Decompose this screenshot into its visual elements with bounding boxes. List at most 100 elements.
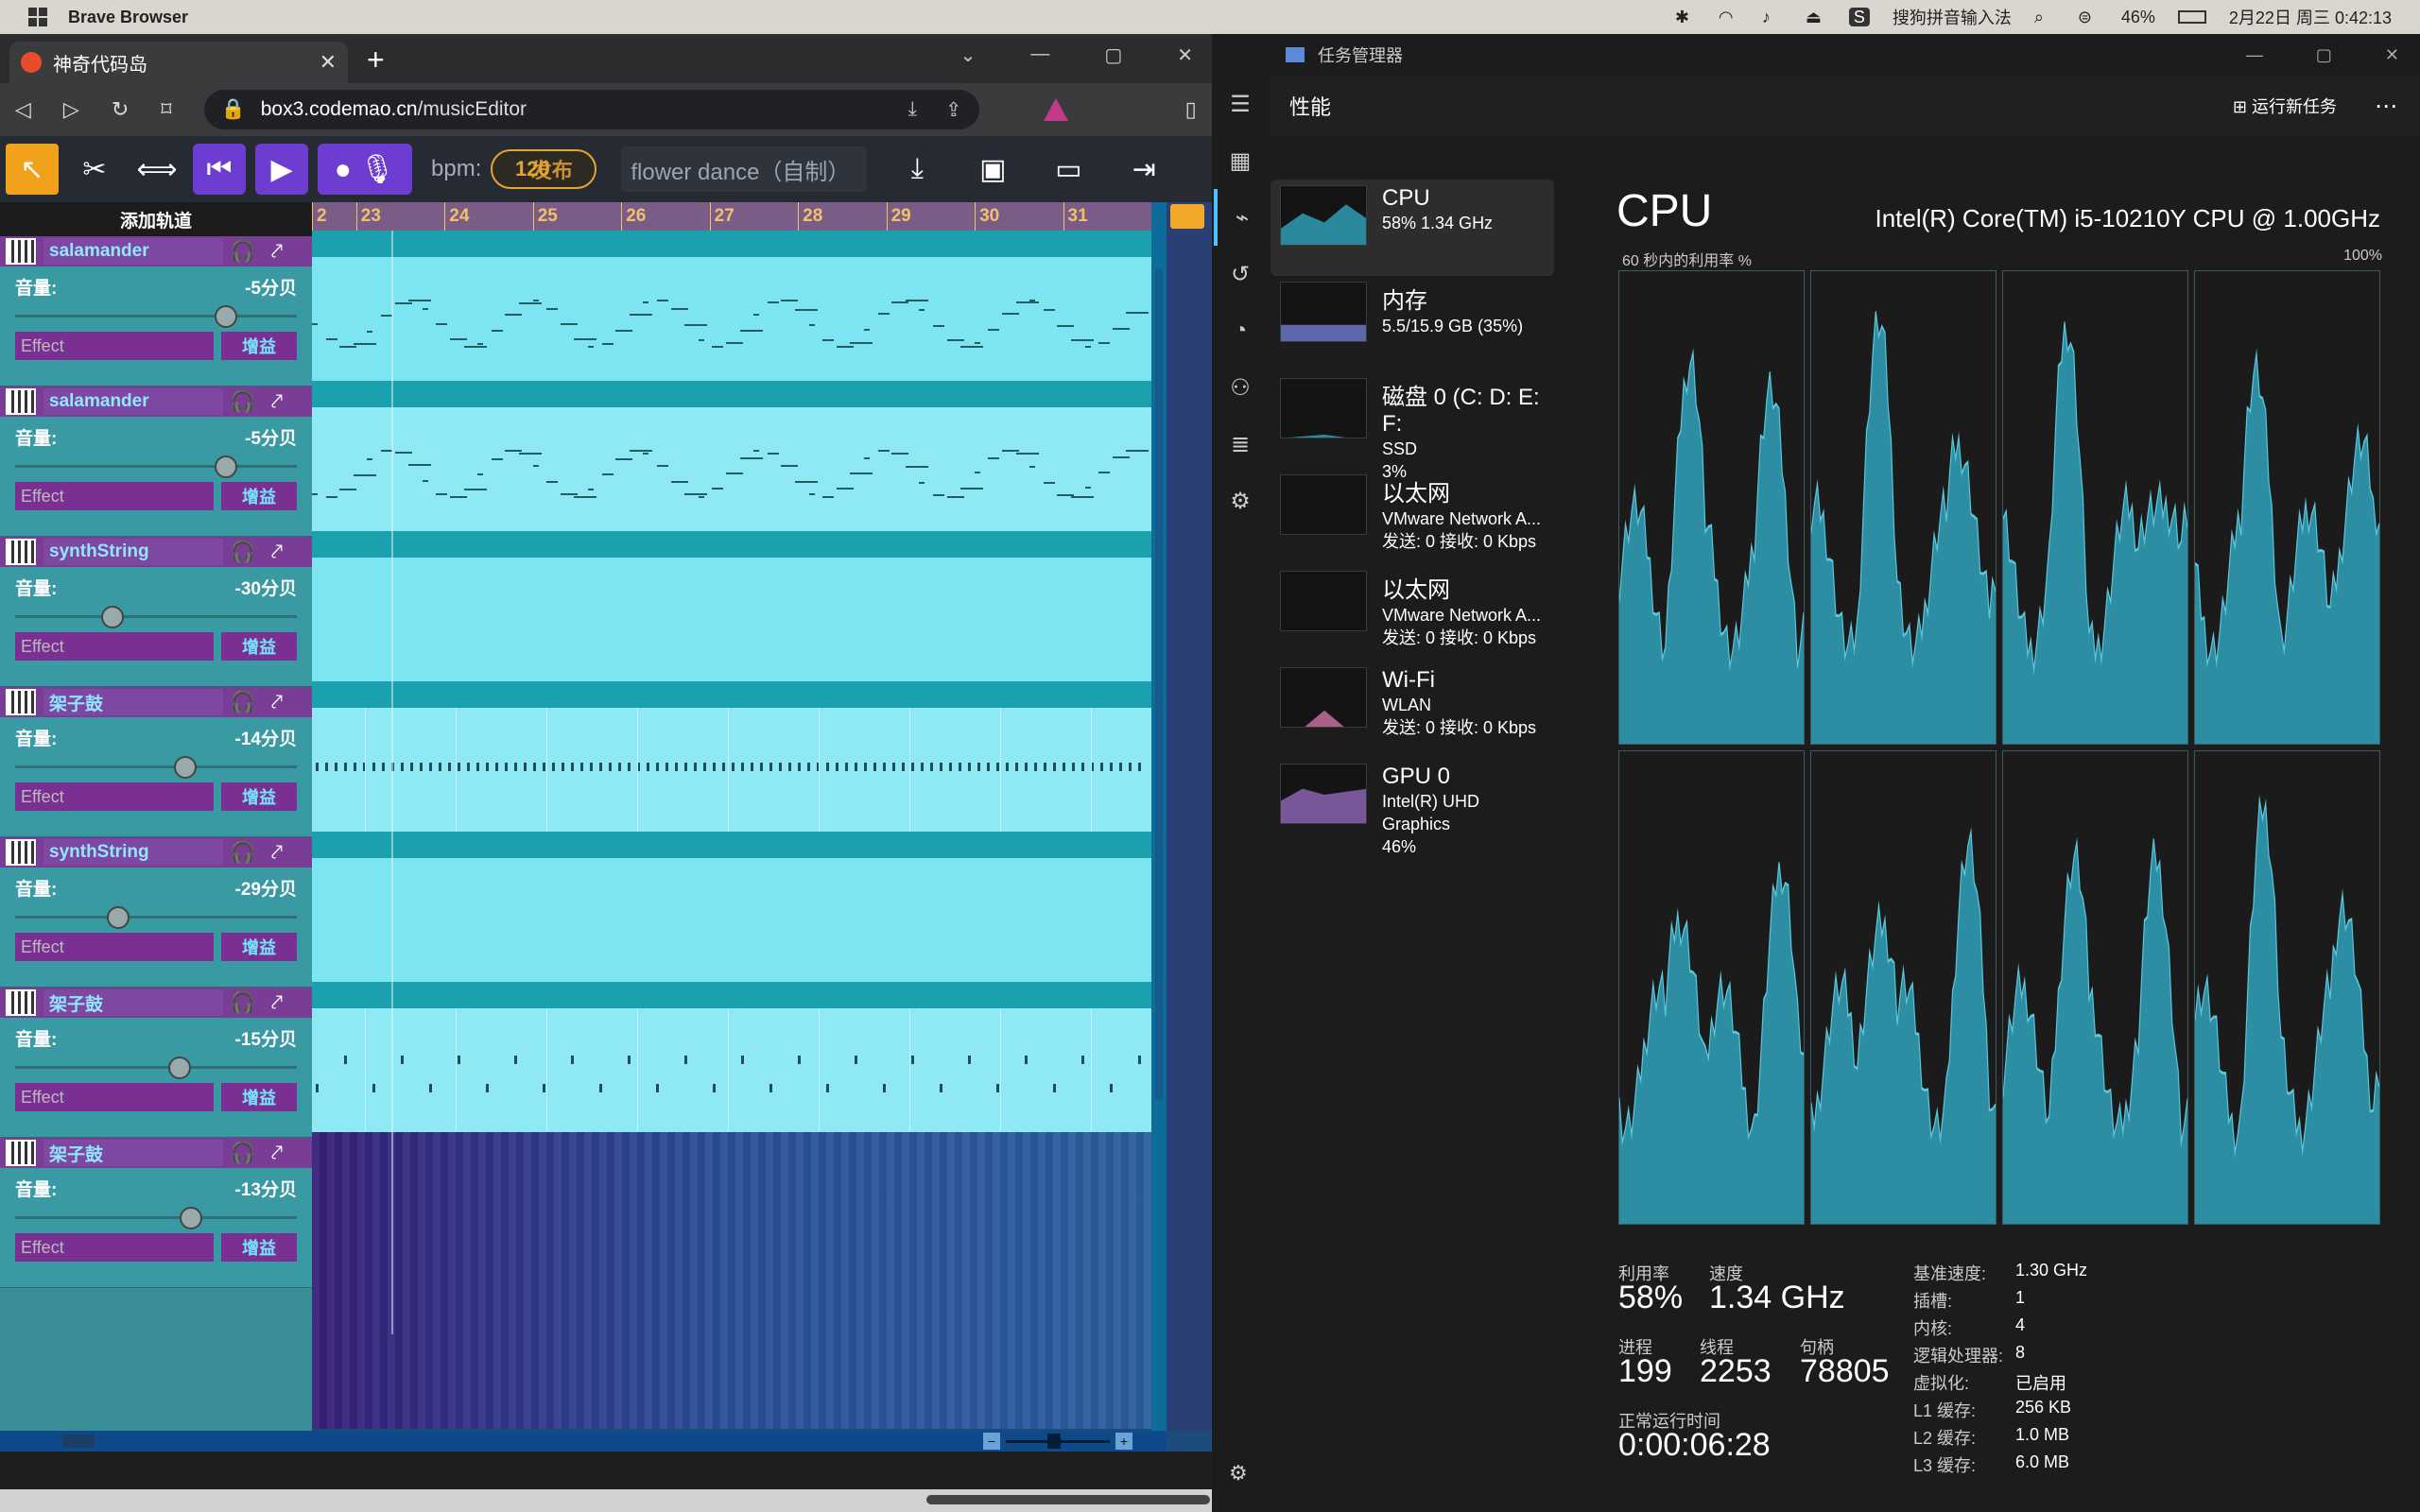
- note[interactable]: [367, 458, 373, 460]
- instrument-icon[interactable]: [6, 689, 36, 715]
- note[interactable]: [877, 313, 890, 315]
- drum-hit[interactable]: [410, 763, 413, 771]
- drum-hit[interactable]: [722, 763, 725, 771]
- drum-hit[interactable]: [1063, 763, 1065, 771]
- save-icon[interactable]: ▣: [967, 144, 1018, 195]
- instrument-select[interactable]: synthString: [43, 539, 223, 565]
- drum-hit[interactable]: [977, 763, 980, 771]
- mute-icon[interactable]: ⤤: [263, 839, 291, 866]
- drum-hit[interactable]: [335, 763, 337, 771]
- drum-hit[interactable]: [741, 1056, 744, 1064]
- gain-button[interactable]: 增益: [221, 332, 297, 360]
- drum-hit[interactable]: [855, 1056, 857, 1064]
- drum-hit[interactable]: [524, 763, 527, 771]
- volume-icon[interactable]: ♪: [1762, 8, 1783, 26]
- solo-headphones-icon[interactable]: 🎧: [229, 839, 257, 866]
- drum-hit[interactable]: [372, 1084, 375, 1092]
- note[interactable]: [684, 493, 708, 495]
- ime-name[interactable]: 搜狗拼音输入法: [1893, 5, 2012, 29]
- note[interactable]: [560, 323, 578, 325]
- minimize-icon[interactable]: —: [2246, 45, 2263, 65]
- drum-hit[interactable]: [1129, 763, 1132, 771]
- drum-hit[interactable]: [458, 1056, 460, 1064]
- note[interactable]: [615, 330, 633, 332]
- note[interactable]: [1029, 300, 1036, 301]
- drum-hit[interactable]: [420, 763, 423, 771]
- note[interactable]: [519, 302, 542, 304]
- perf-item-4[interactable]: 以太网 VMware Network A... 发送: 0 接收: 0 Kbps: [1270, 565, 1554, 662]
- instrument-select[interactable]: 架子鼓: [43, 989, 223, 1016]
- note[interactable]: [601, 343, 614, 345]
- note[interactable]: [905, 466, 928, 468]
- note[interactable]: [601, 473, 614, 475]
- drum-hit[interactable]: [1025, 763, 1028, 771]
- skip-back-button[interactable]: ⏮: [193, 144, 246, 195]
- note[interactable]: [519, 453, 542, 455]
- note[interactable]: [808, 324, 815, 326]
- exit-icon[interactable]: ⇥: [1118, 144, 1169, 195]
- drum-hit[interactable]: [684, 763, 687, 771]
- instrument-icon[interactable]: [6, 839, 36, 866]
- drum-hit[interactable]: [354, 763, 356, 771]
- volume-slider[interactable]: [15, 901, 297, 933]
- instrument-select[interactable]: salamander: [43, 238, 223, 265]
- note[interactable]: [546, 308, 559, 310]
- note[interactable]: [1015, 453, 1039, 455]
- run-new-task-button[interactable]: ⊞ 运行新任务: [2233, 94, 2337, 118]
- note[interactable]: [712, 346, 724, 348]
- note[interactable]: [394, 302, 412, 304]
- brave-rewards-icon[interactable]: [1043, 98, 1068, 121]
- note[interactable]: [767, 301, 779, 303]
- note[interactable]: [1043, 309, 1055, 311]
- install-icon[interactable]: ⤓: [908, 98, 917, 122]
- note[interactable]: [1084, 487, 1091, 489]
- bluetooth-icon[interactable]: ✱: [1675, 8, 1696, 26]
- mute-icon[interactable]: ⤤: [263, 689, 291, 715]
- drum-hit[interactable]: [486, 763, 489, 771]
- gain-button[interactable]: 增益: [221, 782, 297, 811]
- note[interactable]: [1015, 301, 1039, 303]
- mute-icon[interactable]: ⤤: [263, 989, 291, 1016]
- drum-hit[interactable]: [495, 763, 498, 771]
- drum-hit[interactable]: [751, 763, 753, 771]
- drum-hit[interactable]: [666, 763, 668, 771]
- browser-tab[interactable]: 神奇代码岛 ✕: [9, 42, 348, 83]
- windows-logo-icon[interactable]: [28, 8, 47, 26]
- drum-hit[interactable]: [486, 1084, 489, 1092]
- zoom-out-icon[interactable]: −: [983, 1433, 1000, 1450]
- volume-knob[interactable]: [179, 1207, 202, 1229]
- volume-knob[interactable]: [106, 906, 130, 929]
- note[interactable]: [781, 465, 799, 467]
- drum-hit[interactable]: [713, 1084, 716, 1092]
- note[interactable]: [1002, 313, 1019, 315]
- bookmark-icon[interactable]: ⌑: [161, 97, 171, 122]
- instrument-icon[interactable]: [6, 238, 36, 265]
- note[interactable]: [877, 450, 890, 452]
- maximize-icon[interactable]: ▢: [1104, 43, 1122, 67]
- note[interactable]: [864, 329, 870, 331]
- note[interactable]: [1029, 466, 1036, 468]
- drum-hit[interactable]: [590, 763, 593, 771]
- drum-hit[interactable]: [1044, 763, 1046, 771]
- note[interactable]: [546, 481, 559, 483]
- note[interactable]: [808, 493, 815, 495]
- hamburger-icon[interactable]: ☰: [1214, 76, 1267, 132]
- mute-icon[interactable]: ⤤: [263, 388, 291, 415]
- lane-2[interactable]: [312, 531, 1151, 681]
- more-options-icon[interactable]: ⋯: [2375, 93, 2397, 120]
- drum-hit[interactable]: [1138, 1056, 1141, 1064]
- drum-hit[interactable]: [618, 763, 621, 771]
- sidebar-icon[interactable]: ▯: [1185, 97, 1197, 122]
- note[interactable]: [1071, 339, 1094, 341]
- folder-icon[interactable]: [1170, 204, 1204, 229]
- note[interactable]: [822, 496, 835, 498]
- publish-label[interactable]: 发布: [531, 154, 573, 184]
- note[interactable]: [864, 457, 870, 459]
- record-button[interactable]: ● 🎙: [318, 144, 412, 195]
- perf-item-6[interactable]: GPU 0 Intel(R) UHD Graphics 46%: [1270, 758, 1554, 856]
- settings-icon[interactable]: ⚙: [1229, 1461, 1248, 1486]
- note[interactable]: [325, 338, 337, 340]
- note[interactable]: [436, 323, 448, 325]
- note[interactable]: [933, 325, 944, 327]
- note[interactable]: [974, 342, 980, 344]
